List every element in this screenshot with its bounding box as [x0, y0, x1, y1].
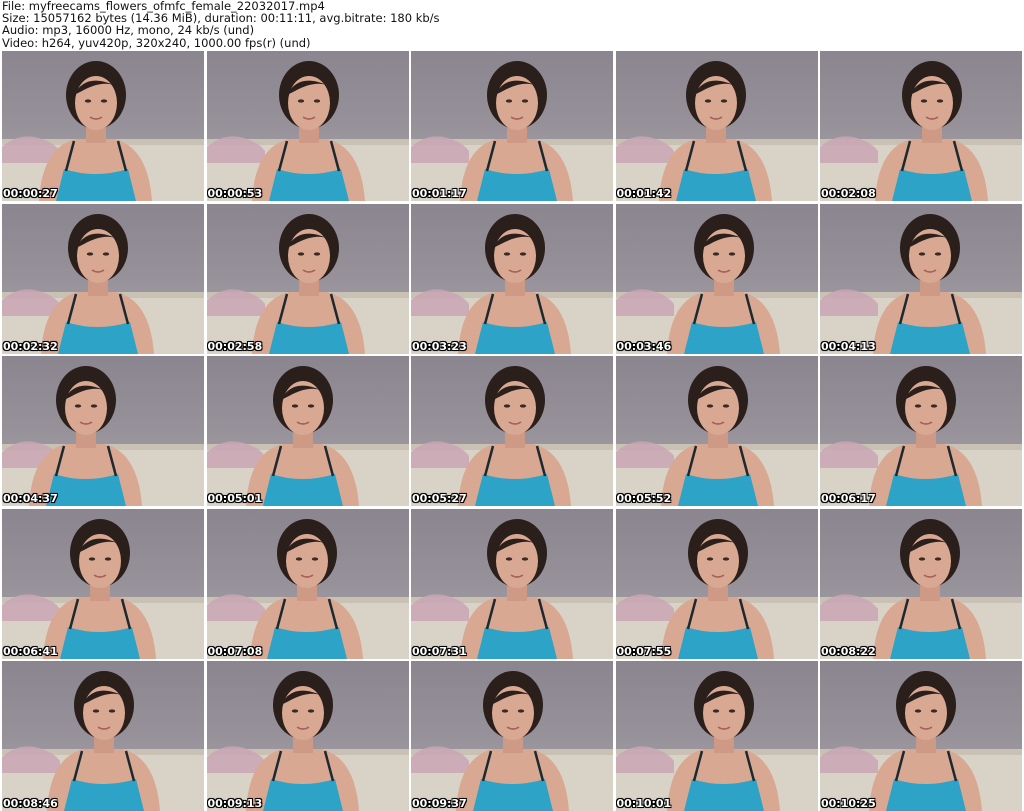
- thumbnail-timestamp: 00:06:41: [3, 644, 58, 658]
- thumbnail-timestamp: 00:09:13: [207, 797, 263, 810]
- thumbnail-timestamp: 00:03:23: [412, 339, 467, 353]
- video-frame-image: [206, 61, 409, 201]
- video-thumbnail[interactable]: 00:09:37: [411, 661, 613, 811]
- thumbnail-timestamp: 00:09:37: [412, 797, 467, 810]
- video-frame-image: [206, 366, 409, 506]
- video-thumbnail[interactable]: 00:02:08: [820, 51, 1022, 201]
- video-thumbnail[interactable]: 00:06:41: [2, 508, 204, 659]
- video-frame-image: [206, 671, 409, 811]
- video-thumbnail[interactable]: 00:08:46: [2, 661, 204, 811]
- thumbnail-timestamp: 00:05:27: [412, 492, 467, 505]
- video-thumbnail[interactable]: 00:09:13: [206, 661, 409, 811]
- video-frame-image: [206, 213, 409, 354]
- thumbnail-grid: 00:00:27 00:00:53 00:01:17 00:01:42 00:0…: [2, 51, 1022, 811]
- thumbnail-timestamp: 00:07:55: [616, 644, 672, 658]
- video-thumbnail[interactable]: 00:05:01: [206, 356, 409, 506]
- video-thumbnail[interactable]: 00:07:31: [411, 508, 613, 659]
- video-thumbnail[interactable]: 00:07:08: [206, 508, 409, 659]
- video-frame-image: [2, 518, 204, 659]
- video-thumbnail[interactable]: 00:00:53: [206, 51, 409, 201]
- video-info-line: Video: h264, yuv420p, 320x240, 1000.00 f…: [2, 35, 311, 50]
- video-frame-image: [2, 366, 204, 506]
- video-frame-image: [206, 518, 409, 659]
- thumbnail-timestamp: 00:02:58: [207, 339, 263, 353]
- video-thumbnail[interactable]: 00:03:46: [615, 203, 818, 354]
- video-frame-image: [615, 518, 818, 659]
- video-thumbnail[interactable]: 00:02:32: [2, 203, 204, 354]
- video-frame-image: [2, 213, 204, 354]
- video-frame-image: [411, 518, 613, 659]
- video-frame-image: [615, 61, 818, 201]
- video-thumbnail[interactable]: 00:05:27: [411, 356, 613, 506]
- thumbnail-timestamp: 00:02:32: [3, 339, 58, 353]
- video-thumbnail[interactable]: 00:06:17: [820, 356, 1022, 506]
- thumbnail-timestamp: 00:06:17: [821, 492, 876, 505]
- video-thumbnail[interactable]: 00:07:55: [615, 508, 818, 659]
- thumbnail-timestamp: 00:02:08: [821, 187, 876, 200]
- video-thumbnail[interactable]: 00:10:01: [615, 661, 818, 811]
- video-thumbnail[interactable]: 00:00:27: [2, 51, 204, 201]
- thumbnail-timestamp: 00:03:46: [616, 339, 672, 353]
- video-thumbnail[interactable]: 00:01:17: [411, 51, 613, 201]
- thumbnail-timestamp: 00:08:22: [821, 644, 876, 658]
- audio-info-line: Audio: mp3, 16000 Hz, mono, 24 kb/s (und…: [2, 23, 255, 38]
- video-thumbnail[interactable]: 00:05:52: [615, 356, 818, 506]
- thumbnail-timestamp: 00:00:27: [3, 187, 58, 200]
- video-thumbnail[interactable]: 00:10:25: [820, 661, 1022, 811]
- video-thumbnail[interactable]: 00:02:58: [206, 203, 409, 354]
- thumbnail-timestamp: 00:01:42: [616, 187, 672, 200]
- video-frame-image: [411, 671, 613, 811]
- thumbnail-timestamp: 00:10:01: [616, 797, 672, 810]
- thumbnail-timestamp: 00:05:52: [616, 492, 672, 505]
- video-frame-image: [615, 366, 818, 506]
- video-frame-image: [820, 366, 1022, 506]
- video-frame-image: [820, 671, 1022, 811]
- video-thumbnail[interactable]: 00:01:42: [615, 51, 818, 201]
- video-frame-image: [820, 518, 1022, 659]
- video-frame-image: [615, 213, 818, 354]
- video-frame-image: [411, 366, 613, 506]
- video-frame-image: [2, 671, 204, 811]
- thumbnail-timestamp: 00:01:17: [412, 187, 467, 200]
- video-frame-image: [411, 213, 613, 354]
- thumbnail-timestamp: 00:07:31: [412, 644, 467, 658]
- video-frame-image: [615, 671, 818, 811]
- video-thumbnail[interactable]: 00:04:13: [820, 203, 1022, 354]
- thumbnail-timestamp: 00:08:46: [3, 797, 58, 810]
- thumbnail-timestamp: 00:04:37: [3, 492, 58, 505]
- video-thumbnail[interactable]: 00:04:37: [2, 356, 204, 506]
- file-info-header: File: myfreecams_flowers_ofmfc_female_22…: [2, 0, 1022, 50]
- video-frame-image: [2, 61, 204, 201]
- thumbnail-timestamp: 00:07:08: [207, 644, 263, 658]
- video-frame-image: [820, 61, 1022, 201]
- video-frame-image: [820, 213, 1022, 354]
- thumbnail-timestamp: 00:00:53: [207, 187, 263, 200]
- thumbnail-timestamp: 00:04:13: [821, 339, 876, 353]
- thumbnail-timestamp: 00:10:25: [821, 797, 876, 810]
- thumbnail-timestamp: 00:05:01: [207, 492, 263, 505]
- video-thumbnail[interactable]: 00:08:22: [820, 508, 1022, 659]
- video-thumbnail[interactable]: 00:03:23: [411, 203, 613, 354]
- video-frame-image: [411, 61, 613, 201]
